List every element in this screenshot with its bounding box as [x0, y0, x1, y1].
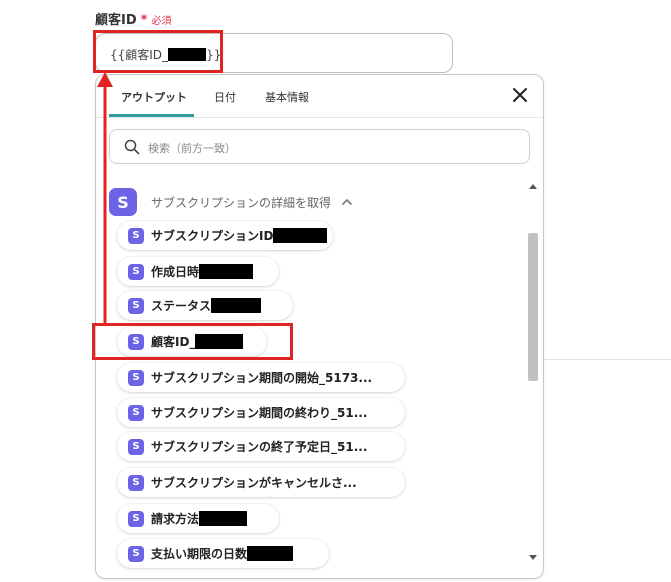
- output-item-billing-method[interactable]: S 請求方法: [117, 504, 279, 533]
- item-label: サブスクリプションID: [151, 229, 274, 243]
- item-label: 作成日時: [151, 265, 200, 279]
- output-item-period-end[interactable]: S サブスクリプション期間の終わり_51...: [117, 398, 405, 427]
- stripe-s-icon: S: [128, 227, 144, 244]
- output-item-subscription-id[interactable]: S サブスクリプションID: [117, 221, 333, 250]
- stripe-s-icon: S: [128, 297, 144, 314]
- stripe-s-icon: S: [128, 510, 144, 527]
- stripe-s-icon: S: [128, 404, 144, 421]
- redacted-block: [211, 298, 262, 313]
- output-item-scheduled-end[interactable]: S サブスクリプションの終了予定日_51...: [117, 432, 405, 461]
- required-mark: *: [140, 13, 148, 28]
- annotation-box-customer-id-item: [92, 323, 293, 360]
- tab-output[interactable]: アウトプット: [121, 89, 187, 105]
- close-icon[interactable]: [510, 85, 530, 105]
- customer-id-field-label: 顧客ID * 必須: [95, 9, 171, 28]
- output-item-created-at[interactable]: S 作成日時: [117, 257, 279, 286]
- item-label: ステータス: [151, 299, 212, 313]
- group-title: サブスクリプションの詳細を取得: [151, 195, 332, 210]
- item-label: サブスクリプションの終了予定日_51...: [151, 440, 368, 454]
- tab-basic-info[interactable]: 基本情報: [265, 89, 309, 105]
- stripe-s-icon: S: [109, 188, 137, 216]
- required-text: 必須: [151, 16, 172, 27]
- scroll-up-arrow-icon[interactable]: [529, 183, 537, 191]
- redacted-block: [247, 546, 294, 561]
- chevron-up-icon[interactable]: [341, 196, 353, 208]
- search-box: [109, 129, 530, 164]
- redacted-block: [199, 264, 254, 279]
- tab-date[interactable]: 日付: [214, 89, 236, 105]
- redacted-block: [273, 228, 328, 243]
- stripe-s-icon: S: [128, 369, 144, 386]
- divider-line: [544, 359, 671, 360]
- search-input[interactable]: [146, 136, 520, 160]
- stripe-s-icon: S: [128, 545, 144, 562]
- scrollbar-thumb[interactable]: [528, 233, 538, 381]
- item-label: サブスクリプション期間の終わり_51...: [151, 406, 368, 420]
- item-label: サブスクリプションがキャンセルさ...: [151, 476, 357, 490]
- active-tab-indicator: [109, 114, 194, 117]
- redacted-block: [199, 511, 248, 526]
- item-label: 請求方法: [151, 512, 200, 526]
- group-header-subscription-details[interactable]: S サブスクリプションの詳細を取得: [109, 187, 353, 217]
- list-scrollbar[interactable]: [527, 181, 539, 563]
- item-label: サブスクリプション期間の開始_5173...: [151, 371, 373, 385]
- output-item-canceled[interactable]: S サブスクリプションがキャンセルさ...: [117, 468, 405, 497]
- stripe-s-icon: S: [128, 263, 144, 280]
- search-icon: [124, 139, 140, 155]
- output-item-period-start[interactable]: S サブスクリプション期間の開始_5173...: [117, 363, 405, 392]
- field-label-text: 顧客ID: [95, 13, 137, 28]
- scroll-down-arrow-icon[interactable]: [529, 553, 537, 561]
- item-label: 支払い期限の日数: [151, 547, 248, 561]
- tab-bar: アウトプット 日付 基本情報: [96, 75, 543, 118]
- stripe-s-icon: S: [128, 438, 144, 455]
- output-item-status[interactable]: S ステータス: [117, 291, 293, 320]
- stripe-s-icon: S: [128, 474, 144, 491]
- annotation-box-field-value: [93, 30, 223, 73]
- output-item-days-until-due[interactable]: S 支払い期限の日数: [117, 539, 329, 568]
